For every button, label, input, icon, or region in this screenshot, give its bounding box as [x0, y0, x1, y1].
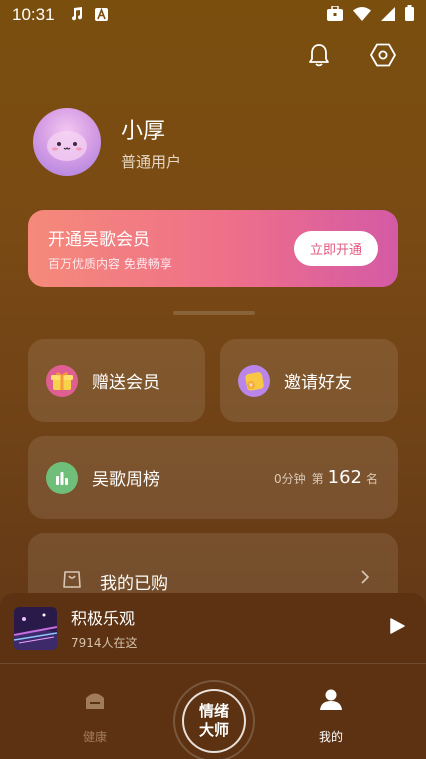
- bar-chart-icon: [46, 461, 78, 494]
- avatar[interactable]: [33, 108, 101, 176]
- invite-icon: ¥: [238, 364, 270, 397]
- tab-health[interactable]: 健康: [72, 684, 118, 745]
- center-label-line1: 情绪: [198, 702, 229, 720]
- invite-friends-card[interactable]: ¥ 邀请好友: [220, 339, 398, 422]
- tab-mine-label: 我的: [318, 730, 343, 744]
- rank-summary: 0分钟 第 162 名: [274, 467, 378, 488]
- work-profile-icon: [327, 4, 343, 25]
- svg-text:¥: ¥: [249, 382, 253, 389]
- chevron-right-icon: [360, 569, 370, 589]
- tab-health-label: 健康: [82, 730, 107, 744]
- my-purchases-label: 我的已购: [100, 574, 168, 594]
- avatar-face-icon: [47, 131, 87, 161]
- top-actions: [304, 40, 398, 70]
- track-title: 积极乐观: [71, 609, 136, 628]
- emotion-master-button[interactable]: 情绪 大师: [173, 680, 255, 759]
- album-cover[interactable]: [14, 606, 57, 650]
- music-note-icon: [69, 6, 83, 25]
- vip-banner[interactable]: 开通吴歌会员 百万优质内容 免费畅享 立即开通: [28, 210, 398, 287]
- user-icon: [308, 684, 354, 716]
- membership-level: 普通用户: [121, 152, 182, 171]
- status-bar: 10:31: [0, 0, 426, 30]
- profile-header[interactable]: 小厚 普通用户: [33, 108, 181, 176]
- font-a-icon: [94, 6, 108, 25]
- invite-friends-label: 邀请好友: [284, 373, 352, 393]
- health-home-icon: [72, 684, 118, 716]
- center-label-line2: 大师: [198, 721, 229, 739]
- status-time: 10:31: [12, 5, 55, 24]
- vip-title: 开通吴歌会员: [48, 230, 150, 250]
- listener-count: 7914人在这: [71, 636, 138, 650]
- activate-vip-button[interactable]: 立即开通: [293, 231, 378, 266]
- settings-hexagon-icon[interactable]: [368, 40, 398, 70]
- rank-suffix: 名: [365, 472, 378, 486]
- shopping-bag-icon: [62, 569, 82, 593]
- play-icon[interactable]: [388, 617, 406, 639]
- weekly-rank-label: 吴歌周榜: [92, 470, 160, 490]
- profile-name: 小厚: [121, 118, 166, 144]
- signal-icon: [381, 6, 395, 25]
- weekly-rank-card[interactable]: 吴歌周榜 0分钟 第 162 名: [28, 436, 398, 519]
- listen-minutes: 0分钟: [273, 472, 306, 486]
- tab-mine[interactable]: 我的: [308, 684, 354, 745]
- gift-membership-card[interactable]: 赠送会员: [28, 339, 205, 422]
- gift-membership-label: 赠送会员: [92, 373, 160, 393]
- vip-subtitle: 百万优质内容 免费畅享: [48, 257, 172, 271]
- notification-bell-icon[interactable]: [304, 40, 334, 70]
- rank-number: 162: [327, 467, 362, 488]
- battery-icon: [405, 5, 414, 25]
- gift-icon: [46, 364, 78, 397]
- mini-player[interactable]: 积极乐观 7914人在这: [0, 593, 426, 664]
- rank-prefix: 第: [311, 472, 324, 486]
- drag-handle: [173, 311, 255, 315]
- wifi-icon: [353, 6, 371, 25]
